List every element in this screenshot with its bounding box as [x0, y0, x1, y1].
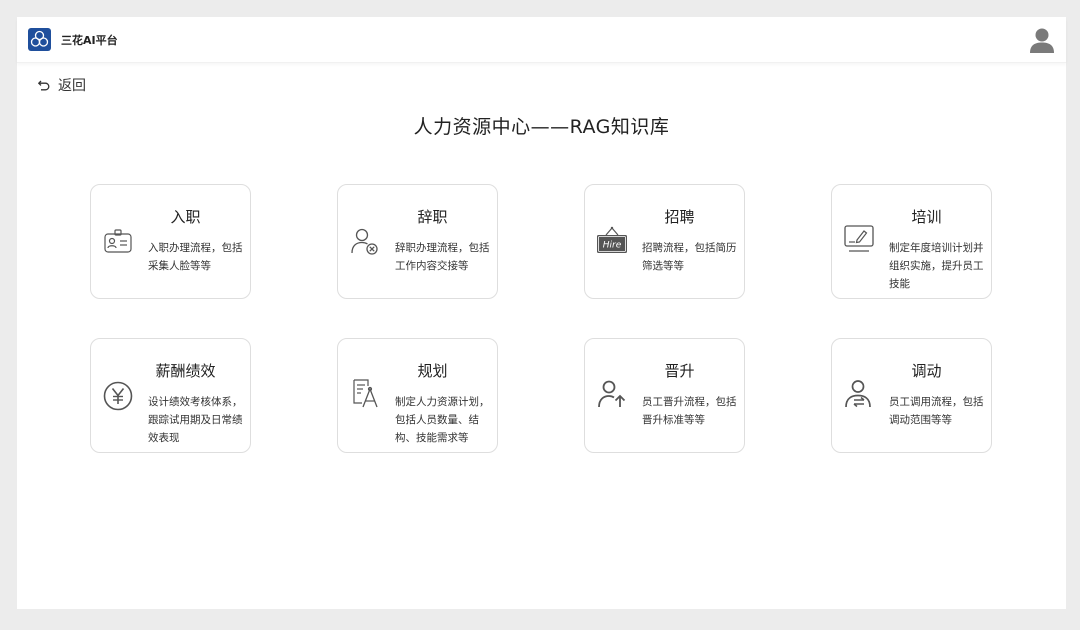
svg-text:Hire: Hire: [603, 241, 622, 251]
card-title: 招聘: [664, 208, 695, 226]
user-avatar-icon[interactable]: [1030, 27, 1054, 53]
card-training[interactable]: 培训 制定年度培训计划并组织实施，提升员工技能: [831, 184, 992, 299]
top-bar: 三花AI平台: [17, 17, 1066, 63]
card-resignation[interactable]: 辞职 辞职办理流程，包括工作内容交接等: [337, 184, 498, 299]
card-description: 制定人力资源计划，包括人员数量、结构、技能需求等: [395, 396, 490, 444]
card-recruitment[interactable]: 招聘 Hire 招聘流程，包括简历筛选等等: [584, 184, 745, 299]
training-board-icon: [843, 223, 875, 255]
card-compensation[interactable]: 薪酬绩效 设计绩效考核体系，跟踪试用期及日常绩效表现: [90, 338, 251, 453]
back-label: 返回: [58, 78, 86, 94]
app-title: 三花AI平台: [61, 34, 118, 47]
page-title: 人力资源中心——RAG知识库: [413, 116, 670, 138]
card-transfer[interactable]: 调动 员工调用流程，包括调动范围等等: [831, 338, 992, 453]
id-badge-icon: [102, 225, 134, 257]
back-arrow-icon: [38, 80, 50, 91]
back-button[interactable]: 返回: [38, 75, 86, 95]
card-description: 招聘流程，包括简历筛选等等: [642, 242, 737, 272]
card-planning[interactable]: 规划 制定人力资源计划，包括人员数量、结构、技能需求等: [337, 338, 498, 453]
user-remove-icon: [349, 225, 381, 257]
card-title: 辞职: [417, 208, 448, 226]
user-transfer-icon: [843, 378, 875, 410]
card-description: 员工晋升流程，包括晋升标准等等: [642, 396, 737, 426]
card-title: 入职: [170, 208, 201, 226]
card-title: 薪酬绩效: [155, 362, 216, 380]
planning-icon: [349, 377, 381, 409]
card-description: 制定年度培训计划并组织实施，提升员工技能: [889, 242, 984, 290]
card-description: 辞职办理流程，包括工作内容交接等: [395, 242, 490, 272]
card-description: 入职办理流程，包括采集人脸等等: [148, 242, 243, 272]
hire-sign-icon: Hire: [596, 225, 628, 257]
card-onboarding[interactable]: 入职 入职办理流程，包括采集人脸等等: [90, 184, 251, 299]
card-description: 设计绩效考核体系，跟踪试用期及日常绩效表现: [148, 396, 243, 444]
logo-icon: [28, 28, 51, 51]
yen-icon: [102, 380, 134, 412]
app-window: 三花AI平台 返回 人力资源中心——RAG知识库 入职 入职办理流程，包括采集人…: [17, 17, 1066, 609]
user-up-icon: [596, 378, 628, 410]
card-promotion[interactable]: 晋升 员工晋升流程，包括晋升标准等等: [584, 338, 745, 453]
card-description: 员工调用流程，包括调动范围等等: [889, 396, 984, 426]
